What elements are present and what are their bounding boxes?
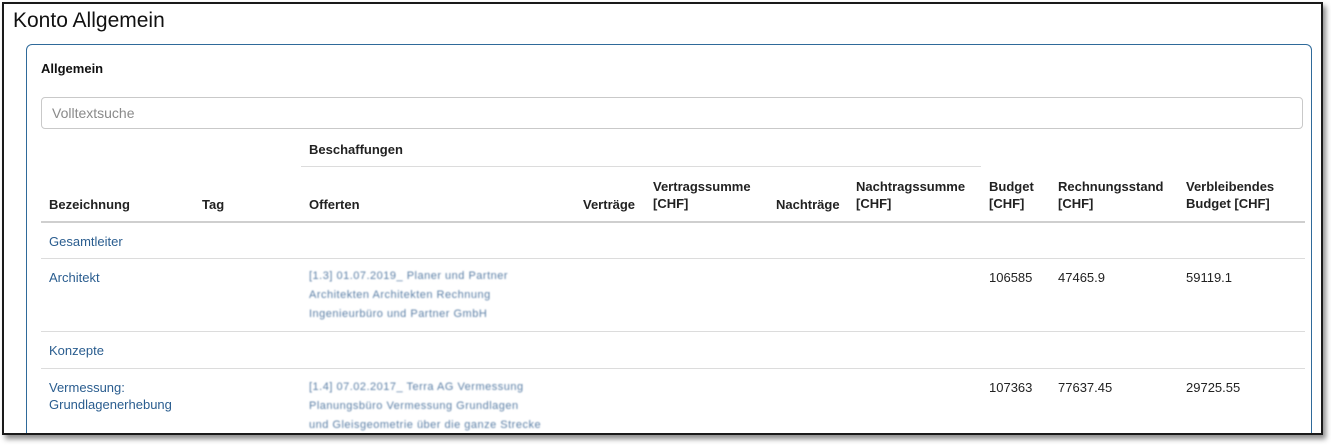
offerte-link[interactable]: und Gleisgeometrie über die ganze Streck… [309, 415, 541, 433]
row-divider [41, 368, 1305, 369]
row-link-vermessung[interactable]: Vermessung: Grundlagenerhebung [49, 379, 172, 413]
verbleibendes-budget-value: 29725.55 [1186, 380, 1241, 395]
offerte-link[interactable]: Architekten Architekten Rechnung [309, 285, 491, 305]
offerte-link[interactable]: [1.4] 07.02.2017_ Terra AG Vermessung [309, 377, 524, 397]
group-header-beschaffungen: Beschaffungen [309, 142, 403, 157]
column-header-budget-line1: Budget [989, 179, 1034, 194]
window: Konto Allgemein Allgemein Beschaffungen … [2, 2, 1323, 435]
row-link-vermessung-line1: Vermessung: [49, 380, 125, 395]
panel-title: Allgemein [41, 61, 104, 76]
panel-allgemein: Allgemein Beschaffungen Bezeichnung Tag … [26, 44, 1312, 433]
column-header-nachtragssumme-line1: Nachtragssumme [856, 179, 966, 194]
verbleibendes-budget-value: 59119.1 [1186, 270, 1233, 285]
offerte-link[interactable]: [1.3] 01.07.2019_ Planer und Partner [309, 266, 508, 286]
offerte-link[interactable]: Planungsbüro Vermessung Grundlagen [309, 396, 519, 416]
row-link-architekt[interactable]: Architekt [49, 269, 100, 286]
column-header-vertraege[interactable]: Verträge [583, 196, 635, 213]
column-header-verbleibendes-budget[interactable]: Verbleibendes Budget [CHF] [1186, 178, 1274, 212]
budget-value: 107363 [989, 380, 1033, 395]
search-input[interactable] [41, 97, 1303, 129]
column-header-vertragssumme-line2: [CHF] [653, 196, 689, 211]
column-header-rechnungsstand[interactable]: Rechnungsstand [CHF] [1058, 178, 1163, 212]
row-divider [41, 258, 1305, 259]
window-title: Konto Allgemein [13, 9, 165, 32]
column-header-offerten[interactable]: Offerten [309, 196, 360, 213]
column-header-tag[interactable]: Tag [202, 196, 224, 213]
group-header-underline [301, 166, 981, 167]
table-header-divider [41, 221, 1305, 223]
row-link-konzepte[interactable]: Konzepte [49, 342, 104, 359]
column-header-nachtragssumme-line2: [CHF] [856, 196, 892, 211]
column-header-nachtraege[interactable]: Nachträge [776, 196, 840, 213]
column-header-vertragssumme[interactable]: Vertragssumme [CHF] [653, 178, 751, 212]
column-header-budget-line2: [CHF] [989, 196, 1025, 211]
budget-value: 106585 [989, 270, 1033, 285]
row-link-gesamtleiter[interactable]: Gesamtleiter [49, 233, 123, 250]
column-header-bezeichnung[interactable]: Bezeichnung [49, 196, 130, 213]
column-header-verbleibendes-budget-line2: Budget [CHF] [1186, 196, 1270, 211]
column-header-rechnungsstand-line1: Rechnungsstand [1058, 179, 1164, 194]
column-header-budget[interactable]: Budget [CHF] [989, 178, 1034, 212]
row-link-vermessung-line2: Grundlagenerhebung [49, 397, 172, 412]
column-header-rechnungsstand-line2: [CHF] [1058, 196, 1094, 211]
offerte-link[interactable]: Ingenieurbüro und Partner GmbH [309, 304, 487, 324]
row-divider [41, 331, 1305, 332]
column-header-verbleibendes-budget-line1: Verbleibendes [1186, 179, 1275, 194]
column-header-vertragssumme-line1: Vertragssumme [653, 179, 751, 194]
rechnungsstand-value: 47465.9 [1058, 270, 1105, 285]
rechnungsstand-value: 77637.45 [1058, 380, 1113, 395]
column-header-nachtragssumme[interactable]: Nachtragssumme [CHF] [856, 178, 965, 212]
